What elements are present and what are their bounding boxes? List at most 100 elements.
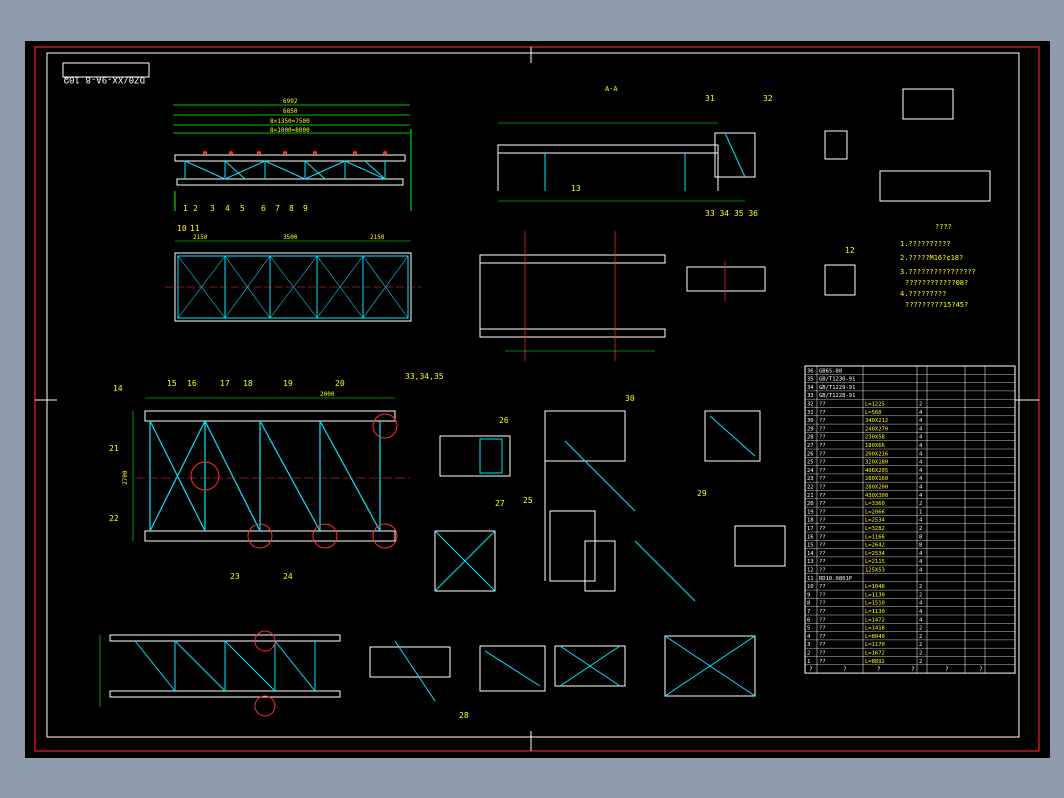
bom-cell: 340X212 bbox=[865, 418, 888, 424]
bom-cell: 200X216 bbox=[865, 451, 888, 457]
note-3: 3.???????????????? bbox=[900, 268, 976, 276]
bom-cell: ?? bbox=[819, 651, 826, 657]
bom-footer-cell: ? bbox=[911, 666, 915, 673]
bom-cell: 125X53 bbox=[865, 568, 885, 574]
bom-cell: 4 bbox=[919, 559, 923, 565]
bom-cell: L=8892 bbox=[865, 659, 885, 665]
dim-plan-2: 3500 bbox=[283, 234, 298, 241]
bom-cell: 4 bbox=[919, 493, 923, 499]
bom-cell: 29 bbox=[807, 426, 814, 432]
bottom-details bbox=[369, 635, 756, 702]
svg-text:21: 21 bbox=[109, 444, 119, 453]
bom-cell: ?? bbox=[819, 534, 826, 540]
svg-text:7: 7 bbox=[275, 204, 280, 213]
bom-cell: ?? bbox=[819, 493, 826, 499]
bom-cell: 230X58 bbox=[865, 435, 885, 441]
bom-cell: 2 bbox=[919, 501, 922, 507]
note-2: 2.?????M16?¢18? bbox=[900, 254, 963, 262]
svg-text:25: 25 bbox=[523, 496, 533, 505]
bom-cell: 1 bbox=[919, 509, 922, 515]
bom-cell: L=8040 bbox=[865, 634, 885, 640]
svg-text:30: 30 bbox=[625, 394, 635, 403]
truss-elevation: 6992 6850 8×1350=7500 8×1000=8000 bbox=[173, 98, 412, 211]
bom-cell: ?? bbox=[819, 518, 826, 524]
bom-cell: 4 bbox=[919, 451, 923, 457]
bom-cell: 4 bbox=[807, 634, 811, 640]
bom-cell: L=560 bbox=[865, 410, 882, 416]
bom-cell: ?? bbox=[819, 443, 826, 449]
note-3b: ????????????08? bbox=[905, 279, 968, 287]
bom-cell: ?? bbox=[819, 509, 826, 515]
svg-text:26: 26 bbox=[499, 416, 509, 425]
bom-cell: 35 bbox=[807, 377, 814, 383]
node-details bbox=[434, 410, 786, 602]
bom-cell: 320X180 bbox=[865, 460, 888, 466]
bom-cell: ?? bbox=[819, 426, 826, 432]
bom-cell: 4 bbox=[919, 426, 923, 432]
truss-side-view: 2700 2000 bbox=[122, 391, 410, 549]
bom-cell: L=1046 bbox=[865, 584, 885, 590]
truss-plan: 2150 3500 2150 bbox=[165, 234, 421, 322]
bom-cell: ?? bbox=[819, 617, 826, 623]
bom-footer-cell: ? bbox=[843, 666, 847, 673]
bom-cell: ?? bbox=[819, 659, 826, 665]
bom-cell: 18 bbox=[807, 518, 814, 524]
bom-cell: 33 bbox=[807, 393, 814, 399]
bom-cell: 8 bbox=[919, 534, 922, 540]
bom-cell: 4 bbox=[919, 518, 923, 524]
drawing-viewport[interactable]: DZ0/XX-9A-8 10Ձ 6992 6850 8×1350=7500 8×… bbox=[25, 41, 1050, 758]
bom-cell: 2 bbox=[919, 584, 922, 590]
bom-cell: 11 bbox=[807, 576, 814, 582]
bom-cell: 180X66 bbox=[865, 443, 885, 449]
bom-cell: L=3360 bbox=[865, 501, 885, 507]
bom-cell: 2 bbox=[807, 651, 810, 657]
bom-cell: L=2115 bbox=[865, 559, 885, 565]
bom-cell: 21 bbox=[807, 493, 814, 499]
bom-cell: 4 bbox=[919, 617, 923, 623]
bom-cell: L=2642 bbox=[865, 543, 885, 549]
bom-cell: 4 bbox=[919, 551, 923, 557]
bom-cell: L=2066 bbox=[865, 509, 885, 515]
svg-text:10: 10 bbox=[177, 224, 187, 233]
bom-cell: ?? bbox=[819, 460, 826, 466]
notes-title: ???? bbox=[935, 223, 952, 231]
bom-cell: 9 bbox=[807, 592, 810, 598]
svg-text:4: 4 bbox=[225, 204, 230, 213]
beam-plan bbox=[479, 231, 766, 361]
bom-cell: 19 bbox=[807, 509, 814, 515]
svg-text:20: 20 bbox=[335, 379, 345, 388]
bom-cell: 8 bbox=[807, 601, 810, 607]
bom-cell: 3 bbox=[807, 642, 810, 648]
dim-plan-3: 2150 bbox=[370, 234, 385, 241]
bom-cell: 280X160 bbox=[865, 476, 888, 482]
svg-text:3: 3 bbox=[210, 204, 215, 213]
bom-cell: ?? bbox=[819, 485, 826, 491]
bom-cell: 280X200 bbox=[865, 485, 888, 491]
dim-span-b: 8×1350=7500 bbox=[270, 118, 310, 125]
bom-cell: L=1472 bbox=[865, 617, 885, 623]
bom-cell: 4 bbox=[919, 443, 923, 449]
bom-cell: 4 bbox=[919, 410, 923, 416]
bom-cell: 10 bbox=[807, 584, 814, 590]
bom-cell: ?? bbox=[819, 634, 826, 640]
bom-cell: ?? bbox=[819, 476, 826, 482]
svg-text:12: 12 bbox=[845, 246, 855, 255]
bom-cell: 27 bbox=[807, 443, 814, 449]
bom-cell: GB/T1229-91 bbox=[819, 385, 855, 391]
bom-cell: ?? bbox=[819, 626, 826, 632]
bom-cell: GB/T1228-91 bbox=[819, 393, 855, 399]
bom-cell: ?? bbox=[819, 592, 826, 598]
bom-cell: ?? bbox=[819, 501, 826, 507]
bom-cell: 14 bbox=[807, 551, 814, 557]
note-4: 4.????????? bbox=[900, 290, 946, 298]
bom-cell: 12 bbox=[807, 568, 814, 574]
bom-cell: 22 bbox=[807, 485, 814, 491]
bom-cell: 2 bbox=[919, 626, 922, 632]
part-labels-top: 1 2 3 4 5 6 7 8 9 10 11 bbox=[177, 204, 308, 233]
svg-text:11: 11 bbox=[190, 224, 200, 233]
technical-notes: ???? 1.?????????? 2.?????M16?¢18? 3.????… bbox=[900, 223, 976, 309]
bom-cell: 4 bbox=[919, 601, 923, 607]
bom-cell: 2 bbox=[919, 634, 922, 640]
part-labels: 14 15 16 17 18 19 20 33,34,35 21 22 23 2… bbox=[109, 94, 855, 720]
bom-cell: 2 bbox=[919, 402, 922, 408]
